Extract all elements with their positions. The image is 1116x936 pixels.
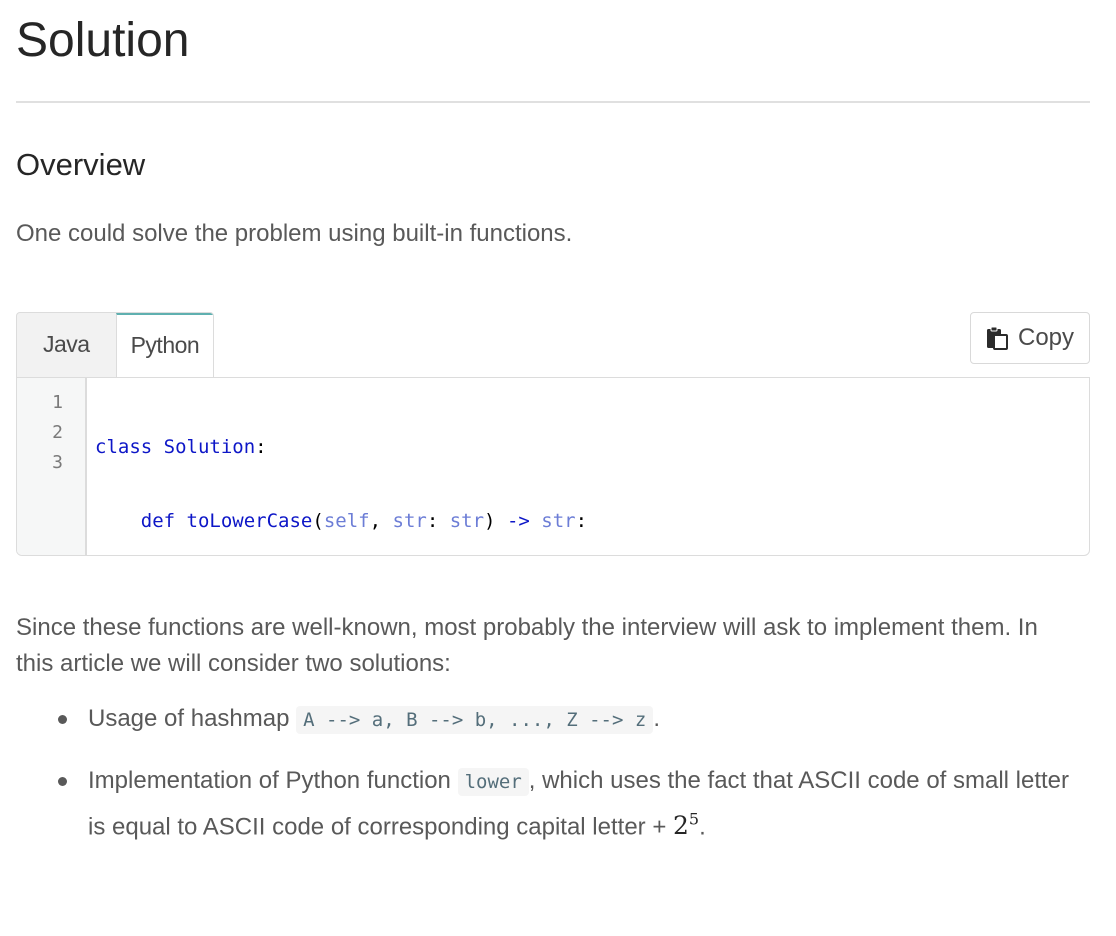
list-item-text: Usage of hashmap: [88, 705, 290, 732]
code-line: class Solution:: [95, 436, 267, 458]
math-exponent: 5: [688, 810, 700, 829]
tab-python[interactable]: Python: [115, 313, 214, 379]
code-widget: Java Python Copy 1 2 3 class Solution: d…: [16, 312, 1090, 556]
code-editor[interactable]: 1 2 3 class Solution: def toLowerCase(se…: [16, 377, 1090, 556]
language-tabs: Java Python: [16, 312, 215, 379]
list-item: Usage of hashmap A --> a, B --> b, ..., …: [16, 700, 1090, 750]
line-number: 2: [52, 422, 63, 443]
line-number: 3: [52, 452, 63, 473]
solutions-paragraph: Since these functions are well-known, mo…: [16, 614, 1038, 677]
line-number: 1: [52, 392, 63, 413]
list-item: Implementation of Python function lower,…: [16, 762, 1090, 846]
copy-label: Copy: [1017, 324, 1075, 351]
tab-java[interactable]: Java: [17, 313, 116, 377]
math-expression: 25: [673, 810, 700, 841]
line-number-gutter: 1 2 3: [17, 378, 87, 555]
intro-text: One could solve the problem using built-…: [16, 220, 573, 247]
bullet-dot: [58, 715, 67, 724]
code-lines: class Solution: def toLowerCase(self, st…: [87, 378, 587, 555]
section-title: Overview: [16, 147, 146, 182]
clipboard-icon: [986, 326, 1008, 350]
list-item-suffix: .: [699, 813, 706, 841]
solutions-list: Usage of hashmap A --> a, B --> b, ..., …: [16, 700, 1090, 846]
copy-button[interactable]: Copy: [970, 312, 1090, 364]
math-base: 2: [673, 811, 689, 841]
bullet-dot: [58, 777, 67, 786]
list-item-suffix: .: [653, 705, 660, 732]
list-item-text: Implementation of Python function: [88, 767, 451, 794]
code-line: def toLowerCase(self, str: str) -> str:: [140, 510, 588, 532]
inline-code: lower: [457, 768, 529, 796]
inline-code: A --> a, B --> b, ..., Z --> z: [296, 706, 654, 734]
page-title: Solution: [16, 14, 190, 67]
divider: [16, 101, 1090, 103]
